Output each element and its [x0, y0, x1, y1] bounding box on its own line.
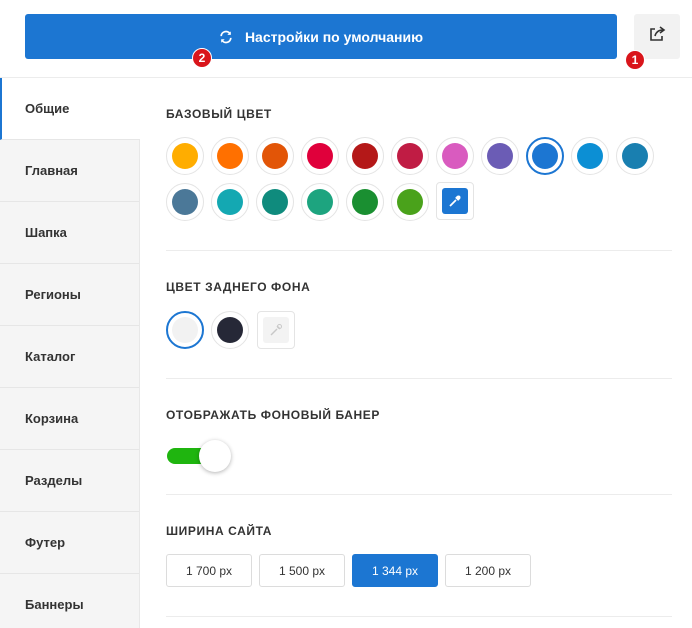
- base-color-swatch[interactable]: [301, 137, 339, 175]
- top-bar: Настройки по умолчанию 1 2: [0, 0, 692, 78]
- width-option-1500[interactable]: 1 500 px: [259, 554, 345, 587]
- badge-1: 1: [625, 50, 645, 70]
- divider: [166, 250, 672, 251]
- settings-sidebar: Общие Главная Шапка Регионы Каталог Корз…: [0, 78, 140, 628]
- base-color-swatch[interactable]: [391, 183, 429, 221]
- site-width-title: Ширина сайта: [166, 524, 273, 538]
- sidebar-item-main[interactable]: Главная: [0, 140, 139, 202]
- width-option-1344[interactable]: 1 344 px: [352, 554, 438, 587]
- bg-color-title: Цвет заднего фона: [166, 280, 311, 294]
- swatch-dot: [262, 143, 288, 169]
- swatch-dot: [307, 189, 333, 215]
- eyedropper-icon: [263, 317, 289, 343]
- swatch-dot: [307, 143, 333, 169]
- width-option-1200[interactable]: 1 200 px: [445, 554, 531, 587]
- banner-title: Отображать фоновый банер: [166, 408, 380, 422]
- base-color-title: Базовый цвет: [166, 107, 272, 121]
- swatch-dot: [622, 143, 648, 169]
- bg-color-picker[interactable]: [257, 311, 295, 349]
- swatch-dot: [397, 189, 423, 215]
- divider: [166, 378, 672, 379]
- swatch-dot: [397, 143, 423, 169]
- width-option-1700[interactable]: 1 700 px: [166, 554, 252, 587]
- base-color-swatch[interactable]: [481, 137, 519, 175]
- base-color-swatch[interactable]: [616, 137, 654, 175]
- swatch-dot: [217, 143, 243, 169]
- swatch-dot: [217, 317, 243, 343]
- base-color-picker[interactable]: [436, 182, 474, 220]
- base-color-swatch[interactable]: [166, 183, 204, 221]
- base-color-swatch[interactable]: [391, 137, 429, 175]
- base-color-swatch[interactable]: [301, 183, 339, 221]
- toggle-knob: [199, 440, 231, 472]
- swatch-dot: [352, 189, 378, 215]
- refresh-icon: [219, 30, 233, 44]
- base-color-swatch[interactable]: [211, 183, 249, 221]
- eyedropper-icon: [442, 188, 468, 214]
- swatch-dot: [217, 189, 243, 215]
- base-color-swatch[interactable]: [571, 137, 609, 175]
- swatch-dot: [352, 143, 378, 169]
- base-color-swatch[interactable]: [436, 137, 474, 175]
- bg-color-swatch[interactable]: [166, 311, 204, 349]
- sidebar-item-footer[interactable]: Футер: [0, 512, 139, 574]
- base-color-swatch[interactable]: [256, 183, 294, 221]
- reset-defaults-button[interactable]: Настройки по умолчанию: [25, 14, 617, 59]
- badge-2: 2: [192, 48, 212, 68]
- base-color-swatch[interactable]: [211, 137, 249, 175]
- share-icon: [648, 25, 666, 48]
- swatch-dot: [172, 317, 198, 343]
- swatch-dot: [442, 143, 468, 169]
- swatch-dot: [577, 143, 603, 169]
- sidebar-item-cart[interactable]: Корзина: [0, 388, 139, 450]
- swatch-dot: [262, 189, 288, 215]
- swatch-dot: [172, 143, 198, 169]
- bg-color-swatch[interactable]: [211, 311, 249, 349]
- divider: [166, 494, 672, 495]
- sidebar-item-catalog[interactable]: Каталог: [0, 326, 139, 388]
- base-color-swatch[interactable]: [166, 137, 204, 175]
- base-color-swatch[interactable]: [346, 137, 384, 175]
- swatch-dot: [532, 143, 558, 169]
- base-color-swatch[interactable]: [346, 183, 384, 221]
- swatch-dot: [172, 189, 198, 215]
- swatch-dot: [487, 143, 513, 169]
- divider: [166, 616, 672, 617]
- sidebar-item-general[interactable]: Общие: [0, 78, 140, 140]
- banner-toggle[interactable]: [166, 440, 231, 472]
- base-color-swatch[interactable]: [526, 137, 564, 175]
- sidebar-item-sections[interactable]: Разделы: [0, 450, 139, 512]
- sidebar-item-regions[interactable]: Регионы: [0, 264, 139, 326]
- sidebar-item-header[interactable]: Шапка: [0, 202, 139, 264]
- base-color-swatch[interactable]: [256, 137, 294, 175]
- reset-defaults-label: Настройки по умолчанию: [244, 28, 424, 45]
- sidebar-item-banners[interactable]: Баннеры: [0, 574, 139, 628]
